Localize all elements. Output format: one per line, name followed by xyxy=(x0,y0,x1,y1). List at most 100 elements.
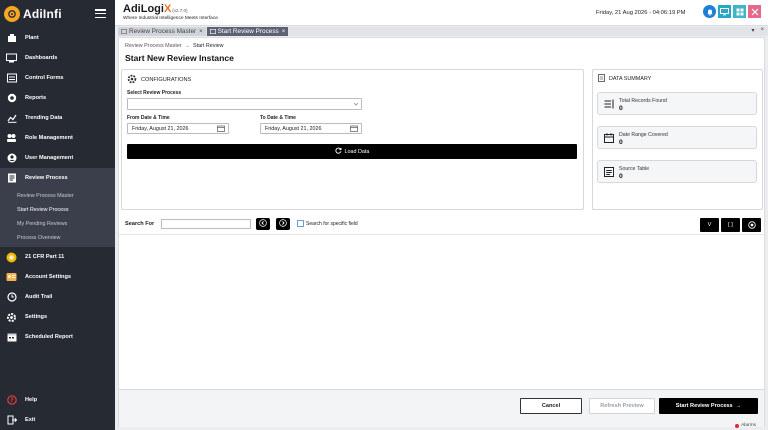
tab-label: Review Process Master xyxy=(129,28,197,35)
alarms-label: Alarms xyxy=(741,423,756,428)
notification-bell-icon[interactable] xyxy=(703,5,716,18)
tab-page-icon xyxy=(121,29,127,34)
search-specific-field-checkbox[interactable] xyxy=(297,220,304,227)
refresh-preview-button[interactable]: Refresh Preview xyxy=(589,398,655,414)
start-review-process-button[interactable]: Start Review Process → xyxy=(659,398,758,414)
nav-item-user-management[interactable]: User Management xyxy=(0,148,115,168)
data-summary-card: DATA SUMMARY Total Records Found 0 Date … xyxy=(592,69,763,210)
form-icon xyxy=(6,73,17,84)
subnav-process-overview[interactable]: Process Overview xyxy=(0,231,115,245)
nav-item-label: Audit Trail xyxy=(25,294,53,300)
summary-label: Date Range Covered xyxy=(619,132,668,138)
tab-close-icon[interactable]: × xyxy=(199,29,203,35)
nav-item-audit-trail[interactable]: Audit Trail xyxy=(0,287,115,307)
cancel-button[interactable]: Cancel xyxy=(520,398,582,414)
load-data-button[interactable]: Load Data xyxy=(127,144,577,159)
target-icon[interactable] xyxy=(742,218,761,232)
nav-item-label: Trending Data xyxy=(25,115,63,121)
report-icon xyxy=(6,93,17,104)
to-date-input[interactable]: Friday, August 21, 2026 xyxy=(260,123,362,134)
search-next-button[interactable] xyxy=(276,218,290,230)
breadcrumb-parent[interactable]: Review Process Master xyxy=(125,43,182,49)
breadcrumb: Review Process Master → Start Review xyxy=(125,43,224,49)
plant-icon xyxy=(6,33,17,44)
to-date-label: To Date & Time xyxy=(260,115,296,121)
configurations-header: CONFIGURATIONS xyxy=(127,74,191,86)
nav-item-label: Role Management xyxy=(25,135,73,141)
action-footer: Cancel Refresh Preview Start Review Proc… xyxy=(119,389,764,427)
search-specific-field: Search for specific field xyxy=(297,220,358,227)
from-date-label: From Date & Time xyxy=(127,115,170,121)
column-visibility-button[interactable]: V xyxy=(700,218,719,232)
nav-item-label: Control Forms xyxy=(25,75,64,81)
to-date-value: Friday, August 21, 2026 xyxy=(265,126,322,132)
nav-main: Plant Dashboards Control Forms Reports T… xyxy=(0,28,115,188)
calendar-icon[interactable] xyxy=(350,125,358,136)
nav-secondary: 21 CFR Part 11 Account Settings Audit Tr… xyxy=(0,247,115,347)
nav-item-control-forms[interactable]: Control Forms xyxy=(0,68,115,88)
nav-item-plant[interactable]: Plant xyxy=(0,28,115,48)
tab-controls: ▾ × xyxy=(751,27,764,34)
search-label: Search For xyxy=(125,221,155,227)
fullscreen-exit-icon[interactable] xyxy=(748,5,761,18)
app-title: AdiLogiX(v2.7.0) xyxy=(123,3,188,15)
from-date-input[interactable]: Friday, August 21, 2026 xyxy=(127,123,229,134)
grid-view-icon[interactable] xyxy=(733,5,746,18)
search-input[interactable] xyxy=(161,219,251,229)
close-all-tabs-icon[interactable]: × xyxy=(760,27,764,34)
subnav-start-review-process[interactable]: Start Review Process xyxy=(0,203,115,217)
menu-toggle-icon[interactable] xyxy=(95,9,106,18)
select-review-process-dropdown[interactable] xyxy=(127,98,362,110)
nav-item-account-settings[interactable]: Account Settings xyxy=(0,267,115,287)
nav-item-label: Dashboards xyxy=(25,55,58,61)
tab-start-review-process[interactable]: Start Review Process × xyxy=(206,27,289,36)
nav-item-dashboards[interactable]: Dashboards xyxy=(0,48,115,68)
tab-close-icon[interactable]: × xyxy=(282,29,286,35)
alarms-indicator[interactable]: Alarms xyxy=(735,423,756,428)
summary-label: Source Table xyxy=(619,166,650,172)
nav-item-label: Exit xyxy=(25,417,36,423)
top-header: AdiLogiX(v2.7.0) Where Industrial Intell… xyxy=(115,0,768,26)
settings-icon xyxy=(6,312,17,323)
nav-item-label: Review Process xyxy=(25,175,68,181)
subnav-review-process-master[interactable]: Review Process Master xyxy=(0,189,115,203)
monitor-icon[interactable] xyxy=(718,5,731,18)
exit-icon xyxy=(6,415,17,426)
nav-item-settings[interactable]: Settings xyxy=(0,307,115,327)
tab-review-process-master[interactable]: Review Process Master × xyxy=(118,27,206,36)
nav-item-exit[interactable]: Exit xyxy=(0,410,115,430)
nav-item-21-cfr[interactable]: 21 CFR Part 11 xyxy=(0,247,115,267)
subnav-my-pending-reviews[interactable]: My Pending Reviews xyxy=(0,217,115,231)
configurations-card: CONFIGURATIONS Select Review Process Fro… xyxy=(121,69,584,210)
calendar-icon xyxy=(604,133,614,145)
tab-list-chevron-icon[interactable]: ▾ xyxy=(751,27,754,34)
calendar-icon[interactable] xyxy=(217,125,225,136)
nav-item-help[interactable]: ? Help xyxy=(0,390,115,410)
table-icon xyxy=(604,167,614,179)
nav-item-scheduled-report[interactable]: Scheduled Report xyxy=(0,327,115,347)
schedule-icon xyxy=(6,332,17,343)
select-review-process-label: Select Review Process xyxy=(127,90,182,96)
fit-columns-button[interactable]: [ ] xyxy=(721,218,740,232)
review-icon xyxy=(6,173,17,184)
app-tagline: Where Industrial Intelligence Meets Inte… xyxy=(123,16,218,21)
nav-item-label: 21 CFR Part 11 xyxy=(25,254,65,260)
nav-item-reports[interactable]: Reports xyxy=(0,88,115,108)
nav-item-label: Scheduled Report xyxy=(25,334,73,340)
breadcrumb-current: Start Review xyxy=(193,43,224,49)
summary-label: Total Records Found xyxy=(619,98,667,104)
dashboard-icon xyxy=(6,53,17,64)
app-name-part1: AdiLogi xyxy=(123,3,164,15)
summary-value: 0 xyxy=(619,139,623,146)
gear-icon xyxy=(127,74,137,86)
page-title: Start New Review Instance xyxy=(125,53,234,63)
nav-item-review-process[interactable]: Review Process xyxy=(0,168,115,188)
search-prev-button[interactable] xyxy=(256,218,270,230)
nav-item-trending-data[interactable]: Trending Data xyxy=(0,108,115,128)
list-icon xyxy=(604,99,614,111)
data-preview-area xyxy=(119,234,764,389)
summary-value: 0 xyxy=(619,173,623,180)
nav-item-role-management[interactable]: Role Management xyxy=(0,128,115,148)
search-row: Search For Search for specific field V [… xyxy=(125,218,761,232)
nav-item-label: User Management xyxy=(25,155,74,161)
